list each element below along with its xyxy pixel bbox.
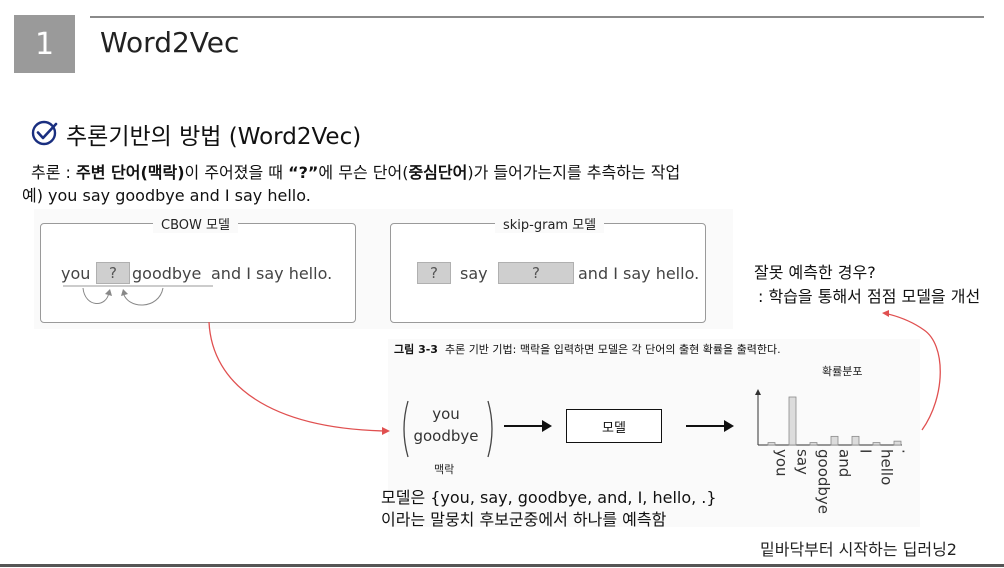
page-title: Word2Vec — [100, 26, 240, 59]
wrong-prediction-desc: : 학습을 통해서 점점 모델을 개선 — [758, 287, 981, 306]
skipgram-panel: skip-gram 모델 ? say ? and I say hello. — [390, 214, 706, 323]
source-citation: 밑바닥부터 시작하는 딥러닝2 — [760, 540, 957, 559]
footer-divider — [0, 564, 1004, 567]
chart-tick-label: goodbye — [815, 449, 833, 514]
header-divider — [90, 16, 984, 18]
context-word-goodbye: goodbye — [413, 427, 479, 445]
model-box: 모델 — [566, 409, 662, 443]
section-number-badge: 1 — [14, 15, 75, 73]
definition-text: 에 무슨 단어( — [318, 163, 409, 182]
chart-tick-label: I — [857, 449, 875, 453]
model-comparison-figure: CBOW 모델 you ? goodbye and I say hello. s… — [34, 209, 733, 329]
arrow-right-icon — [686, 420, 734, 432]
chart-bar-you — [767, 442, 776, 446]
section-title: 추론기반의 방법 (Word2Vec) — [66, 124, 362, 150]
chart-y-axis-arrow — [755, 389, 761, 395]
definition-prefix: 추론 : — [31, 163, 77, 182]
context-words-term: 주변 단어(맥락) — [76, 163, 185, 182]
arrow-right-icon — [504, 420, 552, 432]
skipgram-blank-left: ? — [417, 262, 451, 284]
chart-tick-label: you — [773, 449, 791, 477]
skipgram-blank-right: ? — [498, 262, 574, 284]
check-circle-icon — [31, 120, 58, 146]
chart-tick-label: . — [899, 449, 911, 454]
cbow-panel: CBOW 모델 you ? goodbye and I say hello. — [40, 214, 356, 323]
cbow-sentence-rest: and I say hello. — [211, 264, 333, 283]
probability-bar-chart: yousaygoodbyeandIhello. — [755, 389, 911, 514]
chart-bar-say — [788, 396, 797, 446]
example-sentence: 예) you say goodbye and I say hello. — [22, 186, 311, 205]
skipgram-sentence-rest: and I say hello. — [578, 264, 700, 283]
wrong-prediction-title: 잘못 예측한 경우? — [754, 263, 876, 282]
cbow-target-blank: ? — [96, 262, 130, 284]
candidate-vocab-explanation: 이라는 말뭉치 후보군중에서 하나를 예측함 — [381, 510, 667, 529]
chart-tick-label: hello — [878, 449, 896, 485]
definition-text: 이 주어졌을 때 — [184, 163, 289, 182]
figure-caption: 그림 3-3 추론 기반 기법: 맥락을 입력하면 모델은 각 단어의 출현 확… — [394, 341, 781, 357]
figure-caption-text: 추론 기반 기법: 맥락을 입력하면 모델은 각 단어의 출현 확률을 출력한다… — [444, 343, 781, 356]
skipgram-word-say: say — [460, 264, 488, 283]
chart-tick-label: and — [836, 449, 854, 477]
chart-bar-and — [830, 435, 839, 446]
definition-line: 추론 : 주변 단어(맥락)이 주어졌을 때 “?”에 무슨 단어(중심단어)가… — [31, 159, 680, 183]
context-words: you goodbye — [402, 403, 490, 447]
definition-text: )가 들어가는지를 추측하는 작업 — [467, 163, 681, 182]
figure-number: 그림 3-3 — [394, 343, 438, 356]
chart-bar- — [893, 440, 902, 446]
cbow-context-arrows — [63, 285, 213, 306]
chart-bar-goodbye — [809, 442, 818, 446]
center-word-term: 중심단어 — [408, 163, 468, 182]
chart-tick-label: say — [794, 449, 812, 475]
skipgram-label: skip-gram 모델 — [495, 214, 605, 233]
cbow-label: CBOW 모델 — [153, 214, 238, 233]
chart-bar-I — [851, 435, 860, 446]
question-mark-term: “?” — [288, 163, 319, 182]
context-word-you: you — [432, 405, 460, 423]
chart-bar-hello — [872, 442, 881, 446]
context-label: 맥락 — [434, 463, 455, 476]
probability-distribution-label: 확률분포 — [822, 365, 863, 378]
candidate-vocab-line: 모델은 {you, say, goodbye, and, I, hello, .… — [381, 488, 717, 507]
cbow-word-you: you — [61, 264, 91, 283]
cbow-word-goodbye: goodbye — [132, 264, 202, 283]
